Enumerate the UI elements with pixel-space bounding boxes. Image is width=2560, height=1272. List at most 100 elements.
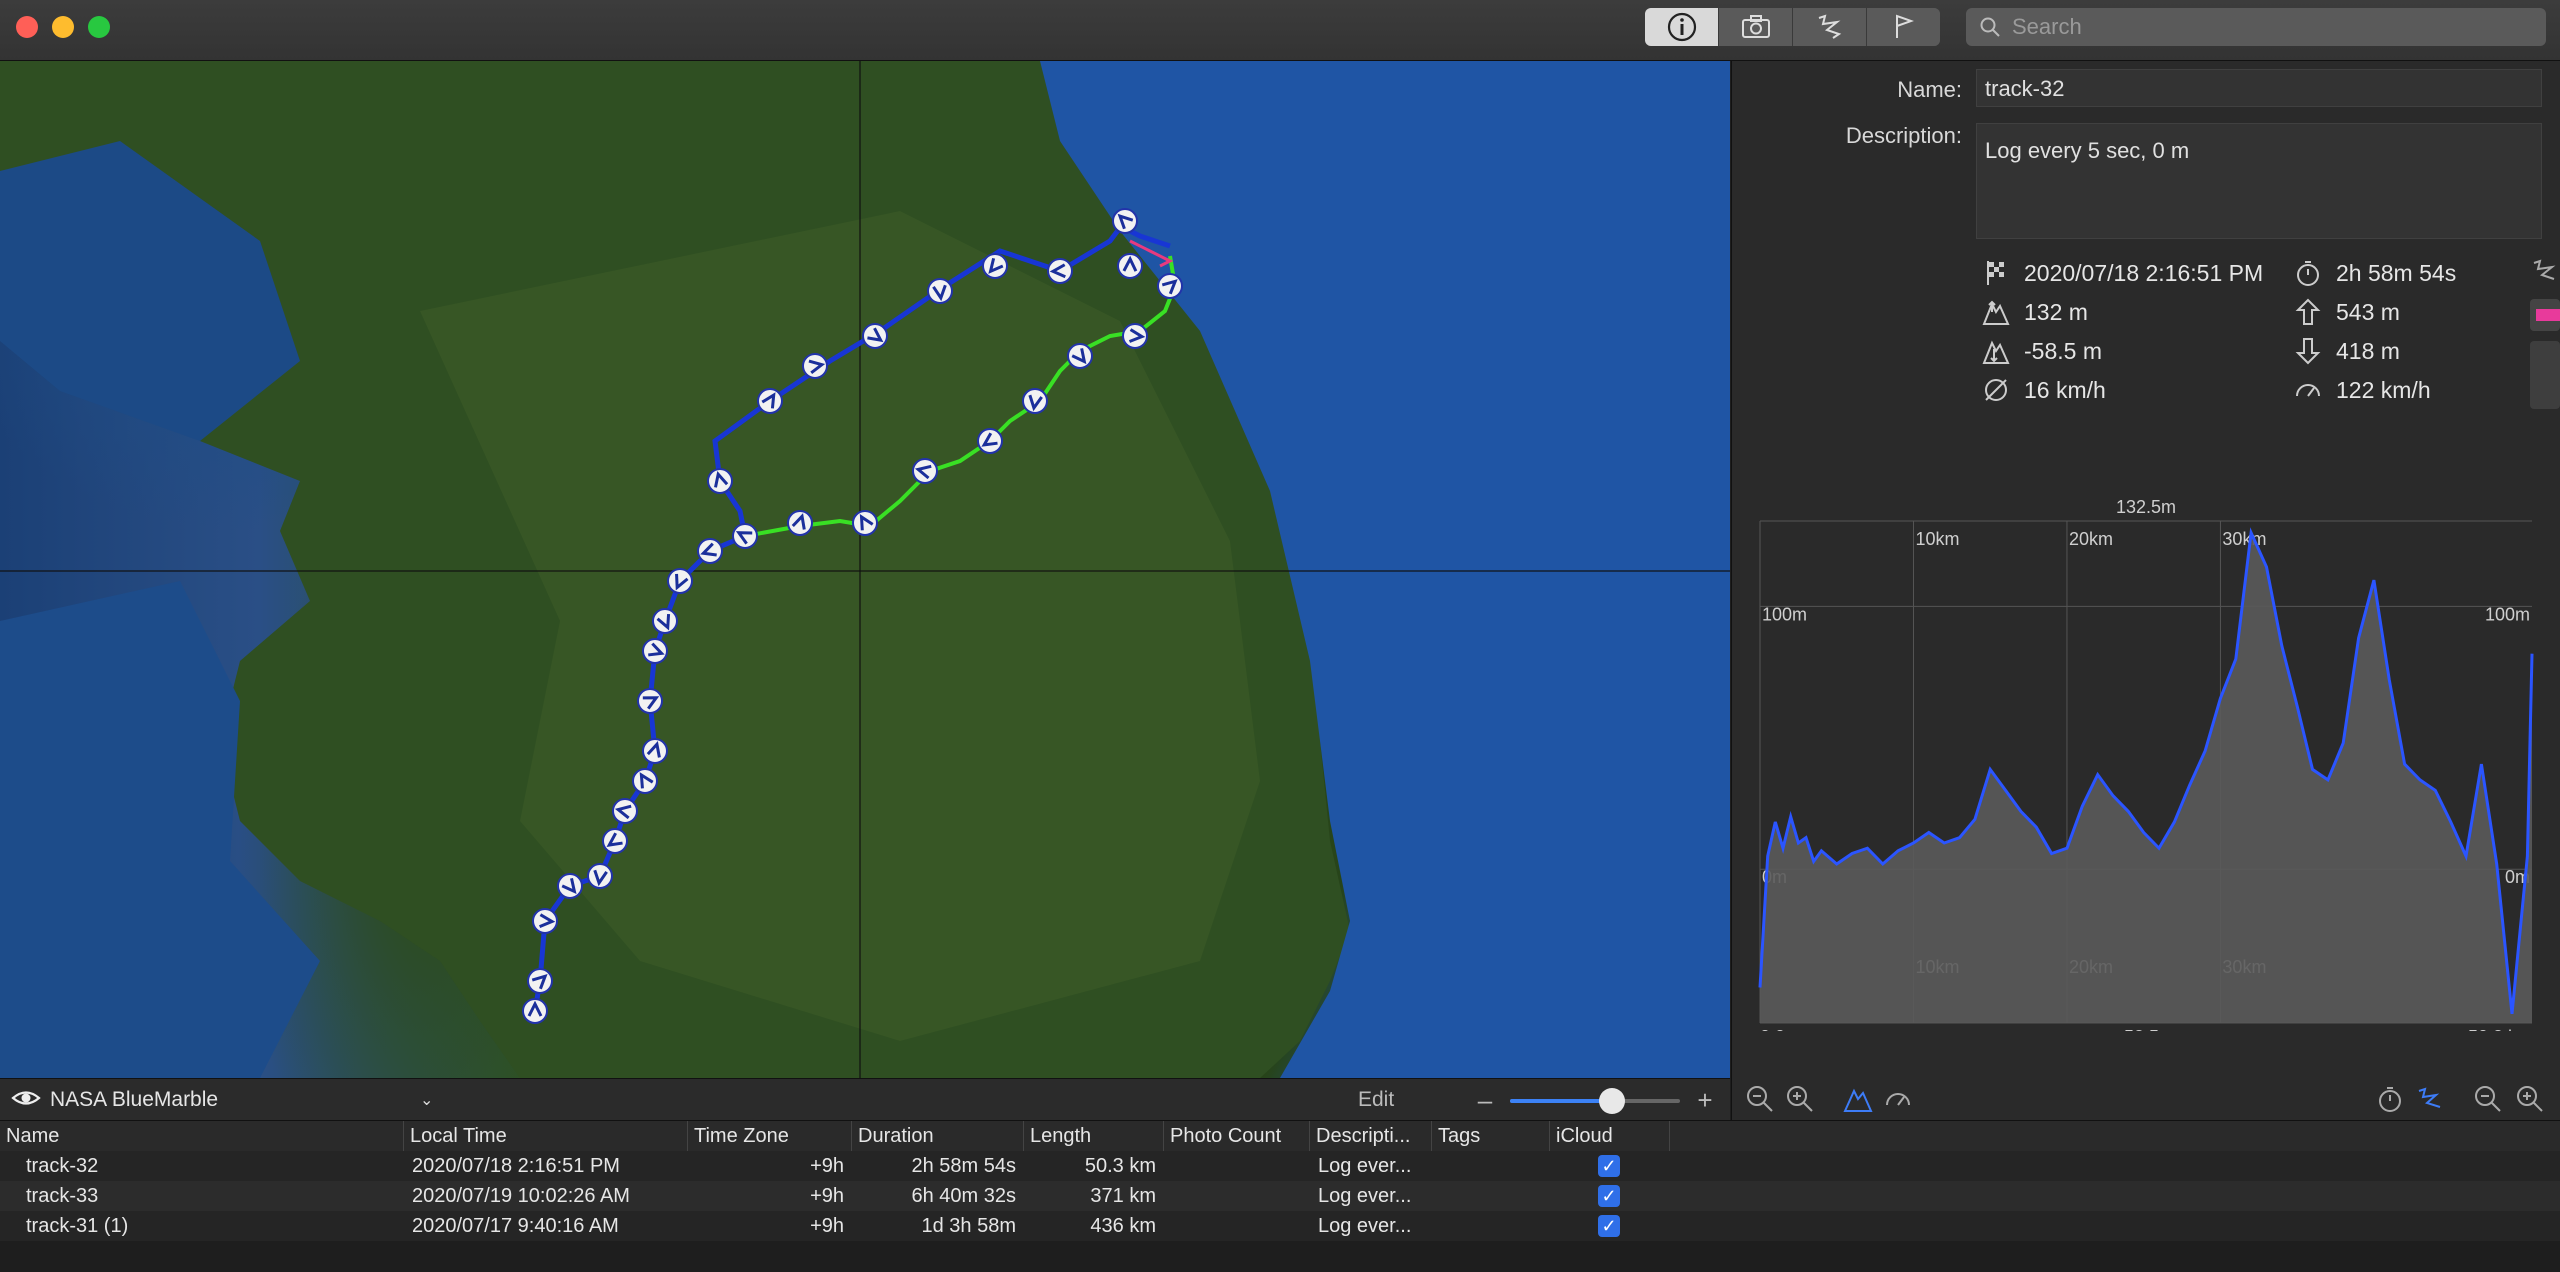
track-point-marker[interactable] bbox=[1022, 388, 1048, 414]
x-tick-label-top: 20km bbox=[2069, 529, 2113, 549]
stat-descent: 418 m bbox=[2292, 335, 2400, 367]
eye-icon bbox=[11, 1090, 41, 1105]
stat-start-time: 2020/07/18 2:16:51 PM bbox=[1980, 257, 2263, 289]
altitude-profile-icon[interactable] bbox=[1842, 1083, 1874, 1115]
tab-photos[interactable] bbox=[1719, 8, 1793, 46]
stopwatch-icon[interactable] bbox=[2374, 1083, 2406, 1115]
icloud-checkbox[interactable]: ✓ bbox=[1598, 1215, 1620, 1237]
track-point-marker[interactable] bbox=[1067, 343, 1093, 369]
track-point-marker[interactable] bbox=[1112, 208, 1138, 234]
line-width-control[interactable] bbox=[2530, 341, 2560, 409]
track-point-marker[interactable] bbox=[632, 768, 658, 794]
track-point-marker[interactable] bbox=[697, 538, 723, 564]
zoom-slider-knob[interactable] bbox=[1599, 1088, 1625, 1114]
track-style-button[interactable] bbox=[2530, 257, 2560, 287]
track-point-marker[interactable] bbox=[707, 468, 733, 494]
min-altitude-value: -58.5 m bbox=[2024, 337, 2102, 364]
track-point-marker[interactable] bbox=[1117, 253, 1143, 279]
column-header[interactable]: Photo Count bbox=[1164, 1121, 1310, 1151]
track-point-marker[interactable] bbox=[587, 863, 613, 889]
track-point-marker[interactable] bbox=[802, 353, 828, 379]
track-point-marker[interactable] bbox=[602, 828, 628, 854]
track-point-marker[interactable] bbox=[527, 968, 553, 994]
track-point-marker[interactable] bbox=[982, 253, 1008, 279]
track-point-marker[interactable] bbox=[1157, 273, 1183, 299]
table-cell-tags bbox=[1432, 1151, 1550, 1181]
track-point-marker[interactable] bbox=[612, 798, 638, 824]
edit-button[interactable]: Edit bbox=[1358, 1088, 1394, 1112]
chevron-down-icon[interactable]: ⌄ bbox=[420, 1090, 433, 1110]
column-header[interactable]: Duration bbox=[852, 1121, 1024, 1151]
track-point-marker[interactable] bbox=[642, 638, 668, 664]
column-header[interactable]: Time Zone bbox=[688, 1121, 852, 1151]
track-point-marker[interactable] bbox=[852, 510, 878, 536]
search-field[interactable] bbox=[1966, 8, 2546, 46]
track-point-marker[interactable] bbox=[642, 738, 668, 764]
close-window-button[interactable] bbox=[16, 16, 38, 38]
zoom-out-button[interactable]: – bbox=[1470, 1085, 1500, 1116]
descent-value: 418 m bbox=[2336, 337, 2400, 364]
track-point-marker[interactable] bbox=[652, 608, 678, 634]
y-tick-label-right: 100m bbox=[2485, 604, 2530, 624]
column-header[interactable]: Tags bbox=[1432, 1121, 1550, 1151]
search-icon bbox=[1980, 17, 2000, 37]
zoom-slider[interactable] bbox=[1510, 1085, 1680, 1115]
zoom-slider-fill bbox=[1510, 1099, 1612, 1103]
table-cell-description: Log ever... bbox=[1318, 1155, 1412, 1177]
table-cell-tags bbox=[1432, 1181, 1550, 1211]
table-cell-time-zone: +9h bbox=[810, 1215, 844, 1237]
map-footer-bar: NASA BlueMarble ⌄ Edit – + bbox=[0, 1078, 1730, 1121]
tab-tracks[interactable] bbox=[1793, 8, 1867, 46]
map-layer-name[interactable]: NASA BlueMarble bbox=[50, 1088, 410, 1112]
minimize-window-button[interactable] bbox=[52, 16, 74, 38]
stopwatch-icon bbox=[2297, 261, 2319, 286]
max-speed-value: 122 km/h bbox=[2336, 376, 2431, 403]
zoom-out-icon[interactable] bbox=[2472, 1083, 2504, 1115]
track-point-marker[interactable] bbox=[927, 278, 953, 304]
table-row[interactable]: track-32 2020/07/18 2:16:51 PM +9h 2h 58m 5… bbox=[0, 1151, 2560, 1181]
search-input[interactable] bbox=[2010, 13, 2514, 41]
map-view[interactable] bbox=[0, 61, 1730, 1078]
stat-ascent: 543 m bbox=[2292, 296, 2400, 328]
column-header[interactable]: iCloud bbox=[1550, 1121, 1670, 1151]
track-point-marker[interactable] bbox=[757, 388, 783, 414]
track-point-marker[interactable] bbox=[787, 510, 813, 536]
column-header[interactable]: Name bbox=[0, 1121, 404, 1151]
track-point-marker[interactable] bbox=[977, 428, 1003, 454]
track-point-marker[interactable] bbox=[637, 688, 663, 714]
zoom-in-icon[interactable] bbox=[1784, 1083, 1816, 1115]
layer-visibility-toggle[interactable] bbox=[0, 1082, 42, 1119]
column-header[interactable]: Local Time bbox=[404, 1121, 688, 1151]
track-point-marker[interactable] bbox=[1122, 323, 1148, 349]
track-color-swatch[interactable] bbox=[2530, 299, 2560, 331]
zoom-in-icon[interactable] bbox=[2514, 1083, 2546, 1115]
icloud-checkbox[interactable]: ✓ bbox=[1598, 1185, 1620, 1207]
track-point-marker[interactable] bbox=[667, 568, 693, 594]
zoom-out-icon[interactable] bbox=[1744, 1083, 1776, 1115]
distance-axis-icon[interactable] bbox=[2414, 1083, 2446, 1115]
icloud-checkbox[interactable]: ✓ bbox=[1598, 1155, 1620, 1177]
name-label: Name: bbox=[1897, 77, 1962, 102]
tracks-table: Name Local Time Time Zone Duration Length Pho… bbox=[0, 1120, 2560, 1272]
table-cell-photo-count bbox=[1164, 1211, 1310, 1241]
track-point-marker[interactable] bbox=[732, 523, 758, 549]
table-cell-name: track-31 (1) bbox=[26, 1215, 129, 1237]
tab-waypoints[interactable] bbox=[1867, 8, 1940, 46]
track-point-marker[interactable] bbox=[912, 458, 938, 484]
description-field[interactable]: Log every 5 sec, 0 m bbox=[1976, 123, 2542, 239]
column-header[interactable]: Descripti... bbox=[1310, 1121, 1432, 1151]
table-row[interactable]: track-33 2020/07/19 10:02:26 AM +9h 6h 40m … bbox=[0, 1181, 2560, 1211]
zoom-in-button[interactable]: + bbox=[1690, 1085, 1720, 1116]
column-header[interactable]: Length bbox=[1024, 1121, 1164, 1151]
table-cell-duration: 6h 40m 32s bbox=[911, 1185, 1016, 1207]
track-point-marker[interactable] bbox=[862, 323, 888, 349]
name-field[interactable]: track-32 bbox=[1976, 69, 2542, 107]
table-row[interactable]: track-31 (1) 2020/07/17 9:40:16 AM +9h 1d 3… bbox=[0, 1211, 2560, 1241]
speed-profile-icon[interactable] bbox=[1882, 1083, 1914, 1115]
tab-info[interactable] bbox=[1645, 8, 1719, 46]
zoom-window-button[interactable] bbox=[88, 16, 110, 38]
track-point-marker[interactable] bbox=[1047, 258, 1073, 284]
track-point-marker[interactable] bbox=[522, 998, 548, 1024]
track-point-marker[interactable] bbox=[532, 908, 558, 934]
track-point-marker[interactable] bbox=[557, 873, 583, 899]
